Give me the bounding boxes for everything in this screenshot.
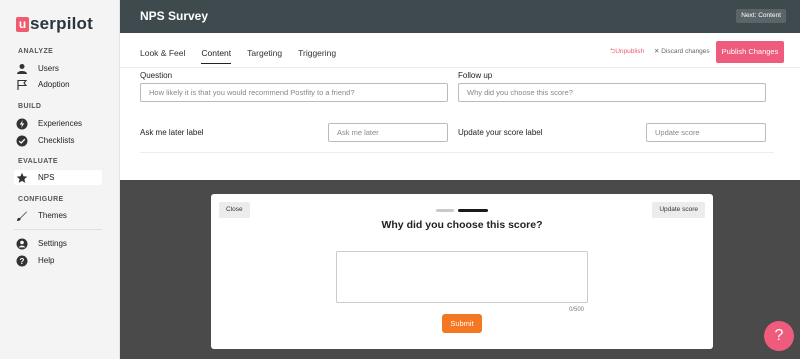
submit-button[interactable]: Submit — [442, 314, 482, 333]
follow-up-label: Follow up — [458, 71, 493, 80]
sidebar-item-label: Users — [38, 64, 59, 73]
section-label-analyze: ANALYZE — [18, 48, 54, 55]
publish-changes-button[interactable]: Publish Changes — [716, 41, 784, 63]
logo-text: serpilot — [30, 14, 94, 33]
next-content-button[interactable]: Next: Content — [736, 9, 786, 23]
question-input[interactable] — [140, 83, 448, 102]
tab-look-and-feel[interactable]: Look & Feel — [140, 48, 185, 64]
form-divider — [140, 152, 774, 153]
feedback-textarea[interactable] — [336, 251, 588, 303]
flag-icon — [16, 79, 28, 91]
survey-preview-modal: Close Update score Why did you choose th… — [211, 194, 713, 349]
help-fab-button[interactable]: ? — [764, 321, 794, 351]
discard-changes-link[interactable]: ✕ Discard changes — [654, 47, 710, 55]
page-title: NPS Survey — [140, 9, 209, 23]
account-icon — [16, 238, 28, 250]
sidebar-item-checklists[interactable]: Checklists — [16, 133, 102, 148]
tab-bar: Look & Feel Content Targeting Triggering — [140, 48, 352, 64]
sidebar-item-settings[interactable]: Settings — [16, 236, 102, 251]
top-header: NPS Survey Next: Content — [120, 0, 800, 33]
ask-later-input[interactable] — [328, 123, 448, 142]
section-label-evaluate: EVALUATE — [18, 158, 58, 165]
svg-text:?: ? — [20, 257, 25, 266]
sidebar-item-label: Experiences — [38, 119, 83, 128]
section-label-build: BUILD — [18, 103, 42, 110]
question-label: Question — [140, 71, 173, 80]
star-icon — [16, 172, 28, 184]
step-indicator-1 — [436, 209, 454, 212]
update-score-input[interactable] — [646, 123, 766, 142]
close-button[interactable]: Close — [219, 202, 250, 218]
follow-up-input[interactable] — [458, 83, 766, 102]
step-indicator-2 — [458, 209, 488, 212]
tab-targeting[interactable]: Targeting — [247, 48, 282, 64]
update-score-label: Update your score label — [458, 128, 543, 137]
sidebar-item-label: Checklists — [38, 136, 75, 145]
tabs-divider — [120, 67, 800, 68]
sidebar-item-label: Settings — [38, 239, 67, 248]
update-score-button[interactable]: Update score — [652, 202, 705, 218]
tab-triggering[interactable]: Triggering — [298, 48, 336, 64]
sidebar-item-label: NPS — [38, 173, 55, 182]
brush-icon — [16, 210, 28, 222]
survey-question: Why did you choose this score? — [381, 219, 543, 231]
check-circle-icon — [16, 135, 28, 147]
logo-mark: u — [16, 16, 29, 32]
help-circle-icon: ? — [16, 255, 28, 267]
section-label-configure: CONFIGURE — [18, 196, 64, 203]
char-counter: 0/500 — [569, 307, 585, 313]
sidebar-item-adoption[interactable]: Adoption — [16, 77, 102, 92]
sidebar-item-experiences[interactable]: Experiences — [16, 116, 102, 131]
sidebar-item-label: Adoption — [38, 80, 70, 89]
sidebar-item-nps[interactable]: NPS — [14, 170, 102, 185]
tab-content[interactable]: Content — [201, 48, 232, 64]
ask-later-label: Ask me later label — [140, 128, 204, 137]
sidebar-item-label: Themes — [38, 211, 67, 220]
users-icon — [16, 63, 28, 75]
sidebar: u serpilot ANALYZE Users Adoption BUILD … — [0, 0, 120, 359]
bolt-icon — [16, 118, 28, 130]
sidebar-item-help[interactable]: ? Help — [16, 253, 102, 268]
sidebar-item-themes[interactable]: Themes — [16, 208, 102, 223]
sidebar-divider — [14, 229, 102, 230]
userpilot-logo[interactable]: u serpilot — [16, 14, 93, 34]
sidebar-item-label: Help — [38, 256, 55, 265]
unpublish-link[interactable]: ⮌Unpublish — [610, 47, 644, 58]
sidebar-item-users[interactable]: Users — [16, 61, 102, 76]
